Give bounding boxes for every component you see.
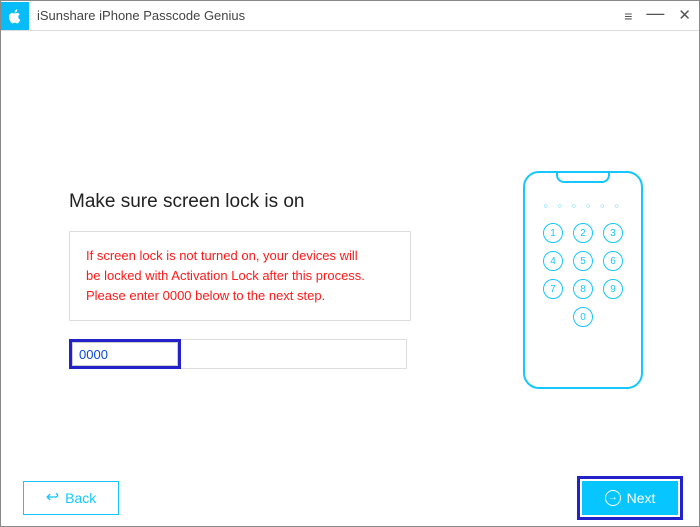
back-button-label: Back: [65, 490, 96, 506]
main-content: Make sure screen lock is on If screen lo…: [1, 31, 699, 470]
warning-line: If screen lock is not turned on, your de…: [86, 246, 396, 266]
titlebar: iSunshare iPhone Passcode Genius ≡ — ✕: [1, 1, 699, 31]
warning-line: Please enter 0000 below to the next step…: [86, 286, 396, 306]
keypad-key: 2: [573, 223, 593, 243]
input-highlight: [69, 339, 181, 369]
back-arrow-icon: ↩: [46, 490, 59, 506]
confirm-code-input[interactable]: [72, 342, 178, 366]
window-title: iSunshare iPhone Passcode Genius: [37, 8, 624, 23]
keypad-key: 3: [603, 223, 623, 243]
keypad-key: 8: [573, 279, 593, 299]
input-rest: [181, 339, 407, 369]
menu-icon[interactable]: ≡: [624, 9, 632, 23]
keypad-key: 9: [603, 279, 623, 299]
passcode-dots-icon: ○ ○ ○ ○ ○ ○: [525, 203, 641, 210]
warning-box: If screen lock is not turned on, your de…: [69, 231, 411, 321]
keypad-key: 1: [543, 223, 563, 243]
phone-notch-icon: [556, 173, 610, 183]
footer: ↩ Back → Next: [1, 470, 699, 526]
close-icon[interactable]: ✕: [678, 8, 691, 23]
next-button-label: Next: [627, 490, 656, 506]
next-arrow-icon: →: [605, 490, 621, 506]
apple-logo-icon: [1, 2, 29, 30]
next-highlight: → Next: [577, 476, 683, 520]
keypad-key: 0: [573, 307, 593, 327]
keypad-key: 4: [543, 251, 563, 271]
phone-keypad: 1 2 3 4 5 6 7 8 9 0: [525, 223, 641, 327]
keypad-key: 7: [543, 279, 563, 299]
window-controls: ≡ — ✕: [624, 7, 691, 25]
phone-illustration: ○ ○ ○ ○ ○ ○ 1 2 3 4 5 6 7 8 9 0: [523, 171, 643, 389]
next-button[interactable]: → Next: [582, 481, 678, 515]
warning-line: be locked with Activation Lock after thi…: [86, 266, 396, 286]
back-button[interactable]: ↩ Back: [23, 481, 119, 515]
keypad-key: 6: [603, 251, 623, 271]
keypad-key: 5: [573, 251, 593, 271]
minimize-icon[interactable]: —: [646, 4, 664, 22]
